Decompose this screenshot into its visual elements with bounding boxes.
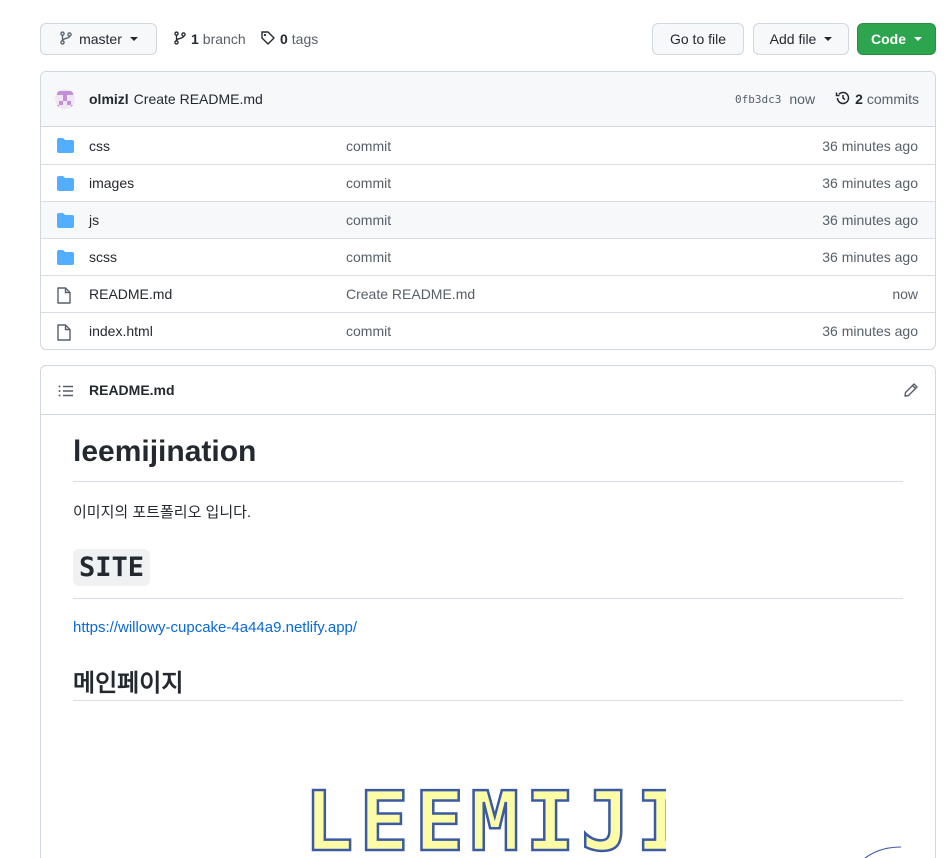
readme-title-heading: leemijination [73,435,257,468]
caret-down-icon [914,37,922,41]
file-name[interactable]: index.html [89,323,153,339]
file-row-js[interactable]: js commit 36 minutes ago [41,201,935,238]
caret-down-icon [824,37,833,41]
history-icon [835,90,851,109]
commit-time: now [789,91,816,107]
file-time: 36 minutes ago [822,137,918,154]
readme-panel: README.md leemijination 이미지의 포트폴리오 입니다. … [40,365,936,858]
tag-count: 0 [280,31,288,47]
code-button[interactable]: Code [857,23,936,55]
file-time: 36 minutes ago [822,212,918,228]
readme-description: 이미지의 포트폴리오 입니다. [73,504,252,521]
tag-label: tags [291,31,319,47]
readme-header: README.md [41,366,935,415]
branches-link[interactable]: 1 branch [173,23,246,55]
site-link[interactable]: https://willowy-cupcake-4a44a9.netlify.a… [73,619,357,636]
file-name[interactable]: images [89,175,134,191]
file-name[interactable]: css [89,138,110,154]
add-file-label: Add file [769,31,817,47]
folder-icon [57,176,74,191]
file-icon [57,324,74,341]
divider [73,481,903,482]
latest-commit-bar: olmizl Create README.md 0fb3dc3 now 2 co… [41,72,935,127]
file-row-scss[interactable]: scss commit 36 minutes ago [41,238,935,275]
file-time: now [892,286,918,302]
commit-author[interactable]: olmizl [89,91,129,107]
branch-name: master [79,31,122,47]
branch-label: branch [202,31,246,47]
file-time: 36 minutes ago [822,323,918,339]
file-name[interactable]: js [89,212,99,228]
divider [73,700,903,701]
commit-sha[interactable]: 0fb3dc3 [735,93,781,106]
file-list: css commit 36 minutes ago images commit … [41,127,935,349]
folder-icon [57,138,74,153]
logo-text: LEEMIJI [304,776,666,856]
go-to-file-button[interactable]: Go to file [652,23,744,55]
leemiji-logo-image: LEEMIJI [303,774,687,858]
caret-down-icon [129,37,138,41]
file-commit-message[interactable]: Create README.md [346,286,475,302]
add-file-button[interactable]: Add file [753,23,849,55]
repo-toolbar: master 1 branch 0 tags Go to file Add fi… [40,23,936,55]
git-branch-icon [59,30,73,49]
pencil-icon[interactable] [903,382,919,401]
file-commit-message[interactable]: commit [346,138,391,154]
list-unordered-icon[interactable] [58,384,74,400]
decorative-arc [843,845,903,858]
file-commit-message[interactable]: commit [346,212,391,228]
file-browser: olmizl Create README.md 0fb3dc3 now 2 co… [40,71,936,350]
file-row-index[interactable]: index.html commit 36 minutes ago [41,312,935,349]
commits-link[interactable]: 2 commits [835,90,919,109]
code-label: Code [871,31,906,47]
file-row-css[interactable]: css commit 36 minutes ago [41,127,935,164]
file-name[interactable]: README.md [89,286,172,302]
commit-message[interactable]: Create README.md [134,91,263,107]
branch-selector-button[interactable]: master [40,23,157,55]
folder-icon [57,250,74,265]
file-commit-message[interactable]: commit [346,175,391,191]
git-branch-icon [173,30,187,49]
file-icon [57,287,74,304]
avatar[interactable] [55,89,75,109]
divider [73,598,903,599]
file-row-readme[interactable]: README.md Create README.md now [41,275,935,312]
file-commit-message[interactable]: commit [346,249,391,265]
go-to-file-label: Go to file [669,31,727,47]
folder-icon [57,213,74,228]
readme-filename[interactable]: README.md [89,382,175,398]
site-heading: SITE [73,549,151,586]
commit-count-label: commits [866,91,919,107]
file-row-images[interactable]: images commit 36 minutes ago [41,164,935,201]
tag-icon [260,30,276,49]
file-time: 36 minutes ago [822,175,918,191]
commit-count: 2 [855,91,863,107]
file-name[interactable]: scss [89,249,117,265]
main-page-heading: 메인페이지 [73,670,184,697]
tags-link[interactable]: 0 tags [260,23,318,55]
file-commit-message[interactable]: commit [346,323,391,339]
branch-count: 1 [191,31,199,47]
commit-meta: 0fb3dc3 now 2 commits [735,90,919,109]
file-time: 36 minutes ago [822,249,918,265]
